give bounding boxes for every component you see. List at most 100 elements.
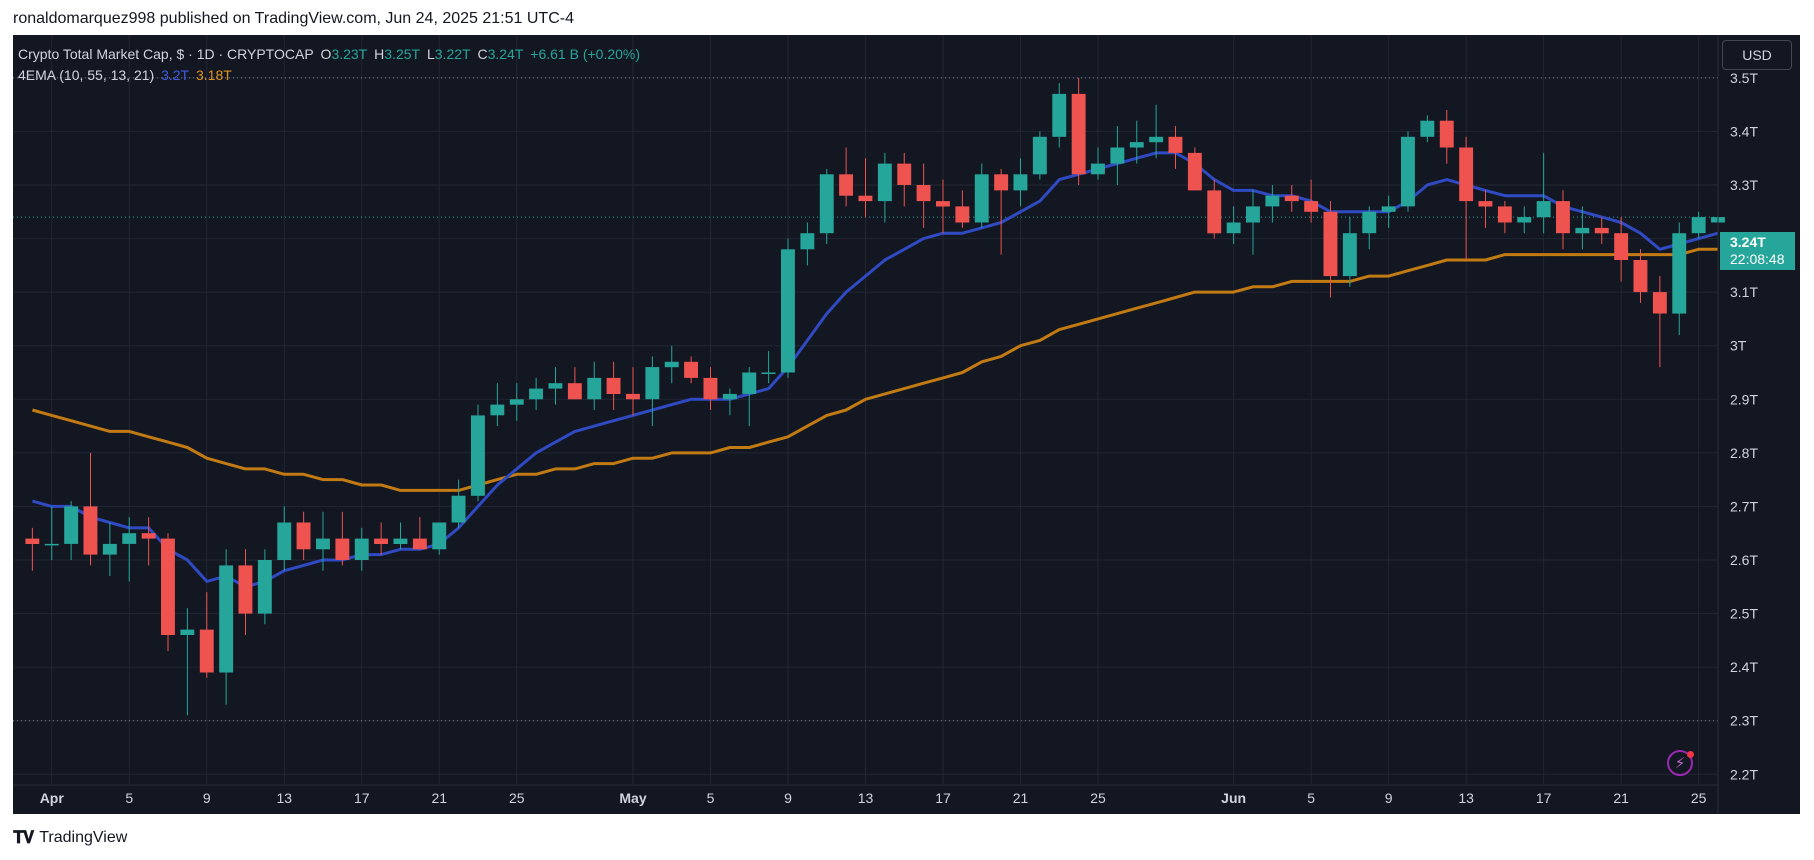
price-tick-8: 3T — [1730, 338, 1747, 354]
candle-body-16 — [335, 538, 350, 560]
price-tick-3: 2.5T — [1730, 606, 1758, 622]
candle-body-23 — [471, 415, 485, 496]
candle-body-86 — [1691, 217, 1706, 234]
last-price: 3.24T — [1730, 234, 1766, 250]
candle-body-52 — [1032, 136, 1047, 175]
candle-body-25 — [509, 399, 524, 405]
legend-o-label: O — [320, 46, 332, 62]
price-tick-9: 3.1T — [1730, 284, 1758, 300]
candle-body-24 — [490, 404, 505, 416]
legend-c-label: C — [477, 46, 488, 62]
legend-change: +6.61 B (+0.20%) — [530, 46, 641, 62]
candle-body-13 — [277, 522, 292, 560]
candle-body-11 — [238, 565, 253, 614]
time-tick-20: 25 — [1691, 790, 1707, 806]
time-tick-12: 21 — [1013, 790, 1029, 806]
legend-symbol[interactable]: Crypto Total Market Cap, $ · 1D · CRYPTO… — [18, 46, 314, 62]
legend-open-value: 3.23T — [331, 46, 368, 62]
time-tick-14: Jun — [1221, 790, 1246, 806]
candle-body-27 — [548, 383, 563, 389]
tradingview-logo-icon: 𝐓𝐕 — [13, 828, 34, 847]
candle-body-33 — [664, 361, 679, 368]
candle-body-83 — [1633, 260, 1648, 293]
candle-body-82 — [1614, 233, 1629, 260]
legend-row-indicator: 4EMA (10, 55, 13, 21) 3.2T 3.18T — [18, 67, 235, 83]
candle-body-60 — [1187, 152, 1202, 191]
candle-body-35 — [703, 377, 718, 400]
candle-body-49 — [974, 174, 989, 223]
candle-body-63 — [1246, 206, 1260, 223]
time-tick-8: 5 — [707, 790, 715, 806]
price-tick-4: 2.6T — [1730, 552, 1758, 568]
time-tick-16: 9 — [1385, 790, 1393, 806]
time-tick-5: 21 — [431, 790, 447, 806]
candle-body-31 — [626, 393, 640, 400]
candle-body-4 — [102, 543, 117, 555]
candle-body-67 — [1323, 211, 1338, 277]
candle-body-55 — [1091, 163, 1105, 175]
price-tick-2: 2.4T — [1730, 659, 1758, 675]
candle-body-19 — [393, 538, 408, 544]
indicator-name[interactable]: 4EMA (10, 55, 13, 21) — [18, 67, 154, 83]
footer-brand[interactable]: 𝐓𝐕 TradingView — [13, 828, 127, 848]
candle-23 — [471, 404, 485, 502]
candle-body-42 — [839, 174, 853, 196]
time-tick-3: 13 — [276, 790, 292, 806]
time-tick-15: 5 — [1307, 790, 1315, 806]
candle-body-20 — [412, 538, 427, 550]
price-tick-1: 2.3T — [1730, 713, 1758, 729]
chart-background — [13, 35, 1800, 814]
price-tick-13: 3.5T — [1730, 70, 1758, 86]
time-tick-6: 25 — [509, 790, 525, 806]
candle-body-14 — [296, 522, 311, 550]
footer-brand-name: TradingView — [39, 829, 128, 846]
candle-41 — [819, 168, 834, 244]
legend-high-value: 3.25T — [384, 46, 421, 62]
time-tick-17: 13 — [1458, 790, 1474, 806]
candle-body-0 — [25, 538, 40, 544]
candle-body-85 — [1672, 233, 1687, 314]
ema-slow-value: 3.18T — [196, 67, 232, 83]
candle-body-40 — [800, 233, 815, 250]
candle-body-3 — [83, 506, 98, 555]
legend-close-value: 3.24T — [487, 46, 524, 62]
candle-body-38 — [761, 372, 776, 374]
time-tick-9: 9 — [784, 790, 792, 806]
candle-body-7 — [161, 538, 175, 635]
candle-body-76 — [1497, 206, 1512, 223]
candle-body-45 — [897, 163, 912, 185]
legend-h-label: H — [374, 46, 385, 62]
price-tick-0: 2.2T — [1730, 766, 1758, 782]
candle-body-73 — [1439, 120, 1454, 148]
time-tick-1: 5 — [125, 790, 133, 806]
candle-body-56 — [1110, 147, 1125, 164]
currency-button[interactable]: USD — [1722, 40, 1792, 70]
candle-body-43 — [858, 195, 873, 202]
candle-body-84 — [1652, 292, 1667, 314]
time-tick-0: Apr — [40, 790, 65, 806]
time-tick-18: 17 — [1536, 790, 1552, 806]
candle-body-68 — [1342, 233, 1357, 277]
candle-body-44 — [877, 163, 892, 202]
candle-body-9 — [199, 629, 214, 673]
candle-body-29 — [587, 377, 602, 400]
legend-l-label: L — [426, 46, 435, 62]
candle-body-12 — [257, 560, 272, 614]
candlestick-chart[interactable]: 2.2T 2.3T 2.4T 2.5T 2.6T 2.7T 2.8T 2.9T 3T 3.1T 3.… — [0, 0, 1814, 860]
candle-body-6 — [141, 533, 156, 539]
candle-body-62 — [1226, 222, 1241, 234]
candle-body-34 — [684, 361, 698, 378]
candle-body-48 — [955, 206, 970, 223]
time-tick-7: May — [619, 790, 646, 806]
candle-body-22 — [451, 495, 466, 523]
time-tick-11: 17 — [935, 790, 951, 806]
candle-body-58 — [1149, 136, 1164, 143]
candle-body-41 — [819, 174, 834, 234]
candle-52 — [1032, 131, 1047, 180]
candle-body-53 — [1052, 93, 1067, 137]
candle-body-2 — [64, 506, 79, 544]
candle-body-39 — [781, 249, 795, 373]
candle-body-46 — [916, 185, 931, 202]
candle-7 — [161, 533, 175, 652]
candle-body-10 — [219, 565, 234, 673]
